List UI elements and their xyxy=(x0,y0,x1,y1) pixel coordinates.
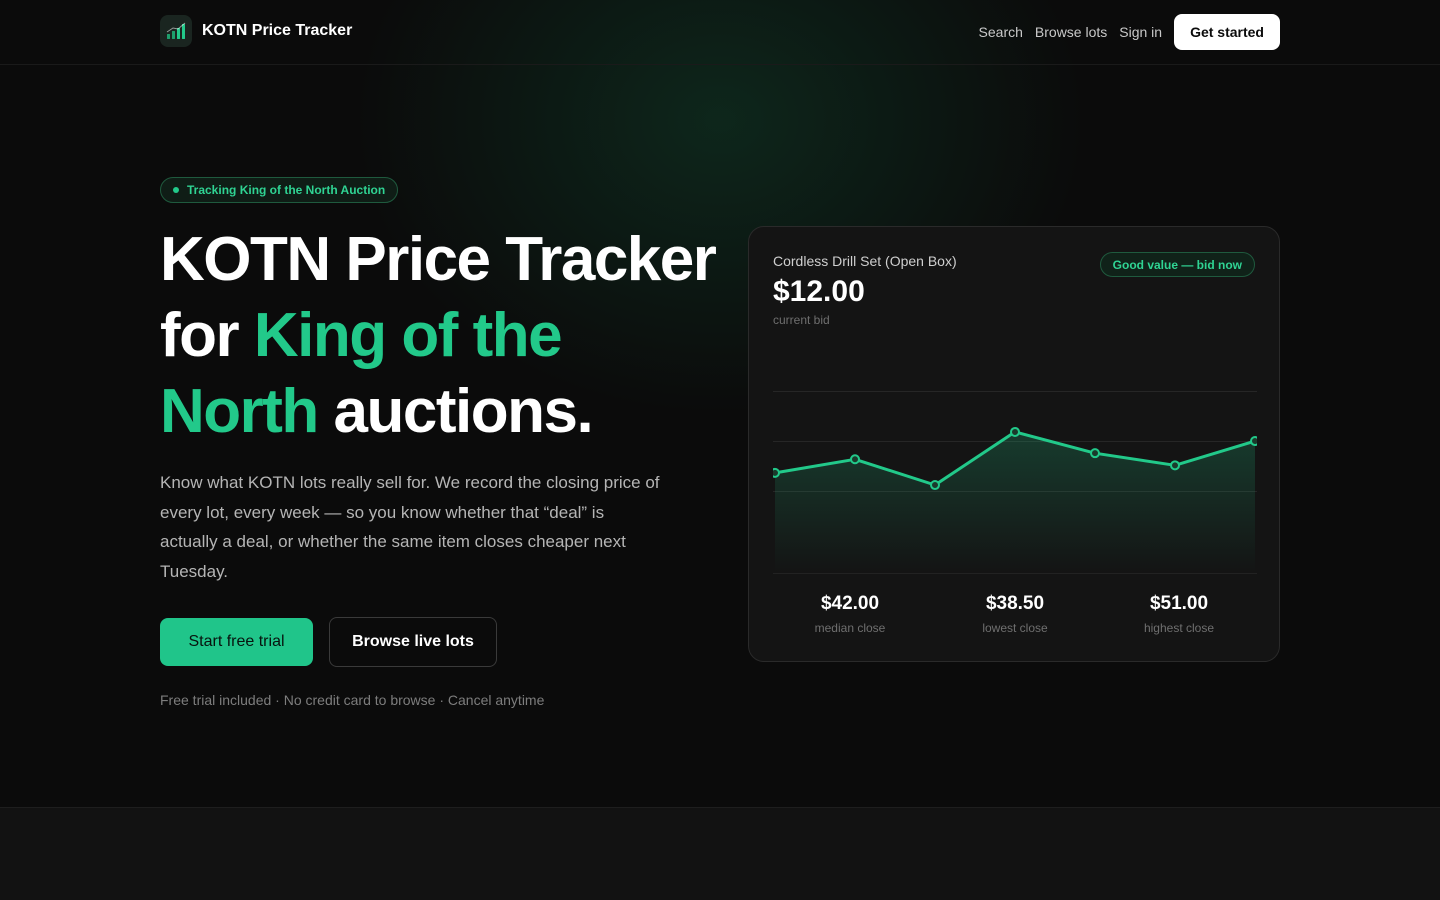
stat-median: $42.00 median close xyxy=(770,593,930,635)
stat-label: highest close xyxy=(1143,621,1215,635)
status-dot-icon xyxy=(173,187,179,193)
current-price: $12.00 xyxy=(773,275,865,308)
hero-headline: KOTN Price Tracker for King of the North… xyxy=(160,222,720,450)
stats-divider xyxy=(773,573,1257,574)
price-area xyxy=(775,431,1255,573)
price-point xyxy=(850,454,860,465)
stat-highest: $51.00 highest close xyxy=(1099,593,1259,635)
nav-link-sign-in[interactable]: Sign in xyxy=(1119,24,1162,40)
top-nav: KOTN Price Tracker Search Browse lots Si… xyxy=(0,0,1440,65)
stat-lowest: $38.50 lowest close xyxy=(935,593,1095,635)
fineprint: Free trial included · No credit card to … xyxy=(160,692,545,708)
start-free-trial-button[interactable]: Start free trial xyxy=(160,618,313,666)
stat-label: median close xyxy=(814,621,886,635)
nav-link-search[interactable]: Search xyxy=(979,24,1023,40)
nav-links: Search Browse lots Sign in Get started xyxy=(979,14,1280,50)
item-name: Cordless Drill Set (Open Box) xyxy=(773,253,957,269)
bar-chart-icon xyxy=(160,15,192,47)
nav-link-browse-lots[interactable]: Browse lots xyxy=(1035,24,1107,40)
brand-name: KOTN Price Tracker xyxy=(202,22,353,39)
brand[interactable]: KOTN Price Tracker xyxy=(160,15,352,47)
price-history-chart xyxy=(773,391,1257,573)
stat-value: $51.00 xyxy=(1149,593,1209,614)
get-started-button[interactable]: Get started xyxy=(1174,14,1280,50)
stat-label: lowest close xyxy=(982,621,1048,635)
stat-value: $38.50 xyxy=(985,593,1045,614)
next-section-band xyxy=(0,807,1440,900)
tracking-pill: Tracking King of the North Auction xyxy=(160,177,399,203)
hero-subtext: Know what KOTN lots really sell for. We … xyxy=(160,473,660,581)
price-point xyxy=(1250,436,1257,447)
price-point xyxy=(773,467,780,478)
headline-part-2: auctions. xyxy=(317,377,594,446)
price-point xyxy=(1170,460,1180,471)
stat-value: $42.00 xyxy=(820,593,880,614)
price-card: Cordless Drill Set (Open Box) $12.00 cur… xyxy=(748,226,1280,662)
price-point xyxy=(930,480,940,491)
price-point xyxy=(1090,448,1100,459)
browse-live-lots-button[interactable]: Browse live lots xyxy=(329,617,497,667)
price-point xyxy=(1010,426,1020,437)
value-badge: Good value — bid now xyxy=(1099,252,1255,277)
pill-text: Tracking King of the North Auction xyxy=(187,183,386,197)
current-price-label: current bid xyxy=(773,313,830,327)
